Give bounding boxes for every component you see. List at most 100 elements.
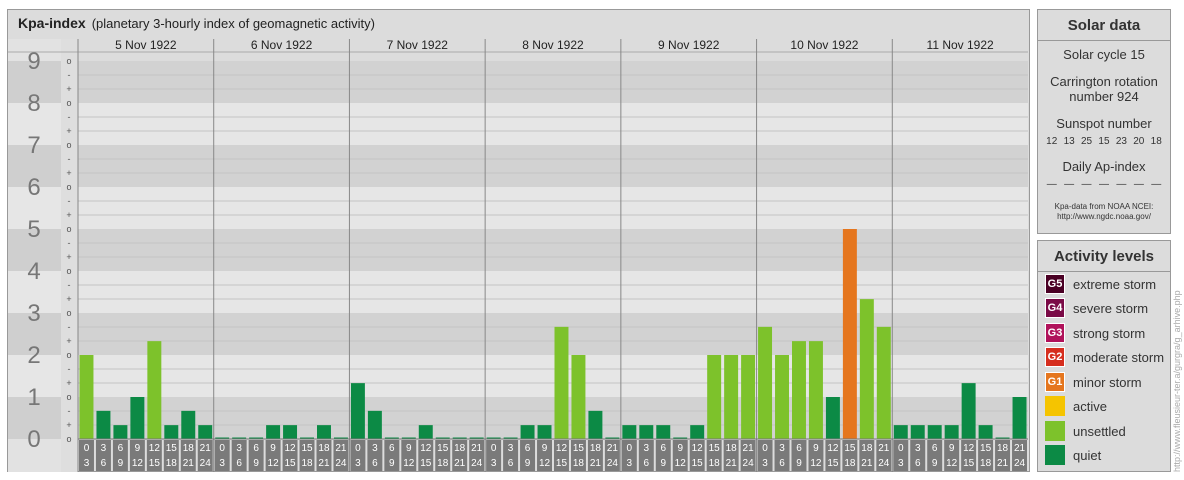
kp-bar [927,425,942,439]
x-interval-start: 15 [166,443,178,454]
legend-item-g3: G3 strong storm [1045,323,1145,343]
y-subtick-label: - [68,196,71,206]
x-interval-start: 6 [118,443,124,454]
y-subtick-label: + [66,252,71,262]
legend-item-unsettled: unsettled [1045,421,1126,441]
x-interval-end: 6 [644,458,650,469]
x-interval-end: 9 [389,458,395,469]
x-interval-end: 21 [997,458,1009,469]
x-interval-end: 6 [101,458,107,469]
divider [1038,271,1170,272]
sunspot-value: 13 [1063,136,1075,147]
legend-item-g4: G4 severe storm [1045,298,1148,318]
x-interval-start: 12 [692,443,704,454]
ap-label: Daily Ap-index [1062,159,1146,174]
kp-bar [758,326,773,439]
sunspot-values: 12 13 25 15 23 20 18 [1043,136,1165,147]
x-interval-end: 3 [355,458,361,469]
x-interval-start: 3 [915,443,921,454]
x-interval-end: 12 [268,458,280,469]
activity-levels-panel: Activity levels G5 extreme storm G4 seve… [1037,240,1171,472]
carrington-line1: Carrington rotation [1050,74,1158,89]
legend-label: minor storm [1073,374,1142,390]
x-interval-start: 18 [454,443,466,454]
ap-value: — [1116,179,1127,190]
x-interval-end: 24 [878,458,890,469]
x-interval-end: 3 [84,458,90,469]
x-interval-start: 6 [796,443,802,454]
x-interval-start: 21 [200,443,212,454]
kp-bar [537,425,552,439]
kp-bar [808,341,823,439]
y-subtick-label: - [68,322,71,332]
kp-band [78,145,1028,187]
x-interval-end: 24 [200,458,212,469]
kp-bar [842,229,857,439]
x-interval-end: 18 [980,458,992,469]
day-label: 9 Nov 1922 [658,39,720,52]
kp-bar [317,425,331,439]
x-interval-start: 12 [420,443,432,454]
kp-bar [554,326,569,439]
legend-label: active [1073,398,1107,414]
y-subtick-label: + [66,168,71,178]
kpa-chart: 0123456789o+-o+-o+-o+-o+-o+-o+-o+-o+-o5 … [8,39,1028,472]
kp-bar [130,397,145,439]
x-interval-end: 18 [166,458,178,469]
x-interval-start: 15 [844,443,856,454]
x-interval-end: 21 [726,458,738,469]
x-interval-end: 21 [861,458,873,469]
x-interval-start: 3 [644,443,650,454]
chart-subtitle: (planetary 3-hourly index of geomagnetic… [91,16,375,31]
kp-bar [690,425,705,439]
sunspot-value: 25 [1080,136,1093,147]
kp-bar [350,383,365,439]
kp-bar [792,341,806,439]
legend-item-g2: G2 moderate storm [1045,347,1164,367]
y-subtick-label: + [66,378,71,388]
x-interval-start: 3 [101,443,107,454]
x-interval-start: 0 [627,443,633,454]
kp-bar [96,410,111,439]
x-interval-start: 15 [437,443,449,454]
y-tick-label: 0 [27,426,40,453]
ap-value: — [1151,179,1162,190]
y-tick-label: 3 [27,300,40,327]
x-interval-start: 18 [861,443,873,454]
y-subtick-label: - [68,70,71,80]
x-interval-start: 21 [335,443,347,454]
x-interval-start: 9 [135,443,141,454]
x-interval-start: 18 [318,443,330,454]
ap-value: — [1133,179,1144,190]
active-swatch [1045,396,1065,416]
g4-swatch: G4 [1045,298,1065,318]
x-interval-start: 3 [372,443,378,454]
x-interval-end: 9 [796,458,802,469]
x-interval-end: 3 [762,458,768,469]
x-interval-start: 12 [556,443,568,454]
x-interval-end: 18 [573,458,585,469]
y-subtick-label: - [68,364,71,374]
x-interval-start: 15 [301,443,313,454]
x-interval-start: 9 [677,443,683,454]
chart-title: Kpa-index (planetary 3-hourly index of ge… [18,15,375,31]
x-interval-start: 0 [898,443,904,454]
kp-bar [622,425,637,439]
source-line1: Kpa-data from NOAA NCEI: [1054,202,1154,211]
x-interval-start: 6 [660,443,666,454]
x-interval-start: 6 [525,443,531,454]
x-interval-end: 12 [810,458,822,469]
x-interval-end: 9 [525,458,531,469]
x-interval-end: 9 [118,458,124,469]
y-tick-label: 1 [27,384,40,411]
y-subtick-label: o [66,434,71,444]
x-interval-end: 15 [284,458,296,469]
x-interval-start: 12 [963,443,975,454]
y-subtick-label: - [68,280,71,290]
x-interval-end: 15 [963,458,975,469]
x-interval-end: 9 [253,458,259,469]
sunspot-value: 15 [1098,136,1110,147]
y-subtick-label: o [66,182,71,192]
x-interval-start: 9 [542,443,548,454]
y-subtick-label: o [66,392,71,402]
